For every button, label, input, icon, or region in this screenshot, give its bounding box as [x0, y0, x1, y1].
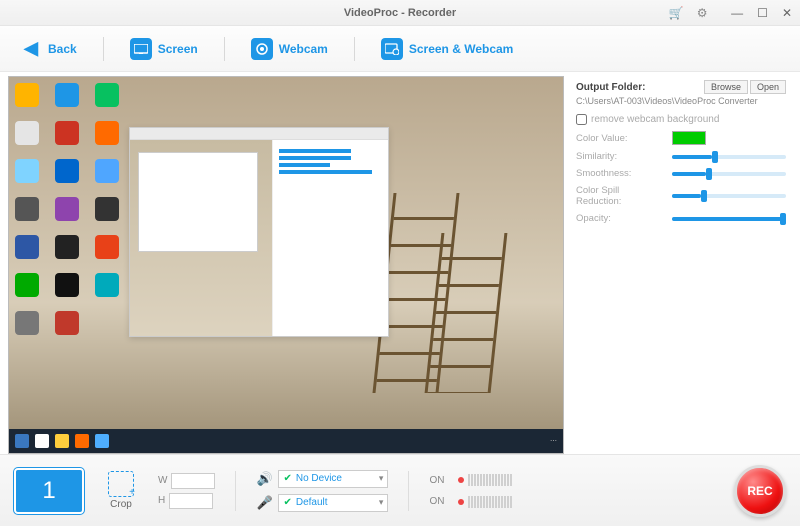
width-label: W [158, 475, 167, 486]
check-icon: ✔ [283, 473, 291, 484]
similarity-slider[interactable] [672, 155, 786, 159]
output-path: C:\Users\AT-003\Videos\VideoProc Convert… [576, 96, 786, 106]
crop-icon [108, 471, 134, 497]
mic-toggle[interactable]: ON [429, 496, 444, 507]
color-value-label: Color Value: [576, 133, 666, 144]
record-label: REC [747, 484, 772, 498]
audio-level-meter [458, 474, 512, 486]
record-dot-icon [458, 477, 464, 483]
mic-level-meter [458, 496, 512, 508]
chevron-down-icon: ▾ [379, 497, 384, 508]
check-icon: ✔ [283, 497, 291, 508]
smoothness-label: Smoothness: [576, 168, 666, 179]
remove-bg-input[interactable] [576, 114, 587, 125]
maximize-button[interactable]: ☐ [757, 6, 768, 20]
screen-webcam-label: Screen & Webcam [409, 42, 514, 56]
dimension-inputs: W H [158, 473, 215, 509]
spill-slider[interactable] [672, 194, 786, 198]
wallpaper-ladder [383, 173, 503, 393]
mic-device-select[interactable]: ✔ Default ▾ [278, 494, 388, 512]
mic-device-value: Default [296, 497, 328, 508]
webcam-label: Webcam [279, 42, 328, 56]
screen-icon [130, 38, 152, 60]
opacity-slider[interactable] [672, 217, 786, 221]
close-button[interactable]: ✕ [782, 6, 792, 20]
separator [224, 37, 225, 61]
minimize-button[interactable]: — [731, 6, 743, 20]
screen-preview[interactable]: ⋯ [8, 76, 564, 454]
crop-button[interactable]: Crop [98, 468, 144, 514]
taskbar: ⋯ [9, 429, 563, 453]
screen-mode-button[interactable]: Screen [126, 36, 202, 62]
audio-device-select[interactable]: ✔ No Device ▾ [278, 470, 388, 488]
remove-bg-label: remove webcam background [591, 114, 719, 125]
similarity-label: Similarity: [576, 151, 666, 162]
display-selector[interactable]: 1 [14, 468, 84, 514]
back-arrow-icon: ◀ [20, 38, 42, 60]
mode-toolbar: ◀ Back Screen Webcam Screen & Webcam [0, 26, 800, 72]
title-bar: VideoProc - Recorder 🛒 ⚙ — ☐ ✕ [0, 0, 800, 26]
wallpaper: ⋯ [9, 77, 563, 453]
webcam-icon [251, 38, 273, 60]
open-button[interactable]: Open [750, 80, 786, 94]
nested-recorder-window [129, 127, 389, 337]
separator [235, 471, 236, 511]
back-label: Back [48, 42, 77, 56]
bottom-bar: 1 Crop W H 🔊 ✔ No Device ▾ 🎤 ✔ Def [0, 454, 800, 526]
output-folder-label: Output Folder: [576, 82, 645, 93]
smoothness-slider[interactable] [672, 172, 786, 176]
spill-label: Color Spill Reduction: [576, 185, 666, 207]
display-number: 1 [42, 477, 55, 505]
separator [408, 471, 409, 511]
back-button[interactable]: ◀ Back [16, 36, 81, 62]
chevron-down-icon: ▾ [379, 473, 384, 484]
record-button[interactable]: REC [734, 465, 786, 517]
cart-icon[interactable]: 🛒 [669, 6, 683, 20]
gear-icon[interactable]: ⚙ [695, 6, 709, 20]
microphone-icon: 🎤 [256, 495, 272, 511]
height-label: H [158, 495, 165, 506]
screen-webcam-icon [381, 38, 403, 60]
opacity-label: Opacity: [576, 213, 666, 224]
crop-label: Crop [110, 499, 132, 510]
audio-device-value: No Device [296, 473, 342, 484]
record-dot-icon [458, 499, 464, 505]
settings-panel: Output Folder: Browse Open C:\Users\AT-0… [570, 76, 792, 454]
audio-toggle[interactable]: ON [429, 475, 444, 486]
width-input[interactable] [171, 473, 215, 489]
color-swatch[interactable] [672, 131, 706, 145]
screen-webcam-mode-button[interactable]: Screen & Webcam [377, 36, 518, 62]
app-title: VideoProc - Recorder [344, 7, 456, 19]
remove-bg-checkbox[interactable]: remove webcam background [576, 114, 786, 125]
desktop-icons [9, 77, 129, 423]
webcam-mode-button[interactable]: Webcam [247, 36, 332, 62]
speaker-icon: 🔊 [256, 471, 272, 487]
separator [103, 37, 104, 61]
separator [354, 37, 355, 61]
browse-button[interactable]: Browse [704, 80, 748, 94]
screen-label: Screen [158, 42, 198, 56]
height-input[interactable] [169, 493, 213, 509]
